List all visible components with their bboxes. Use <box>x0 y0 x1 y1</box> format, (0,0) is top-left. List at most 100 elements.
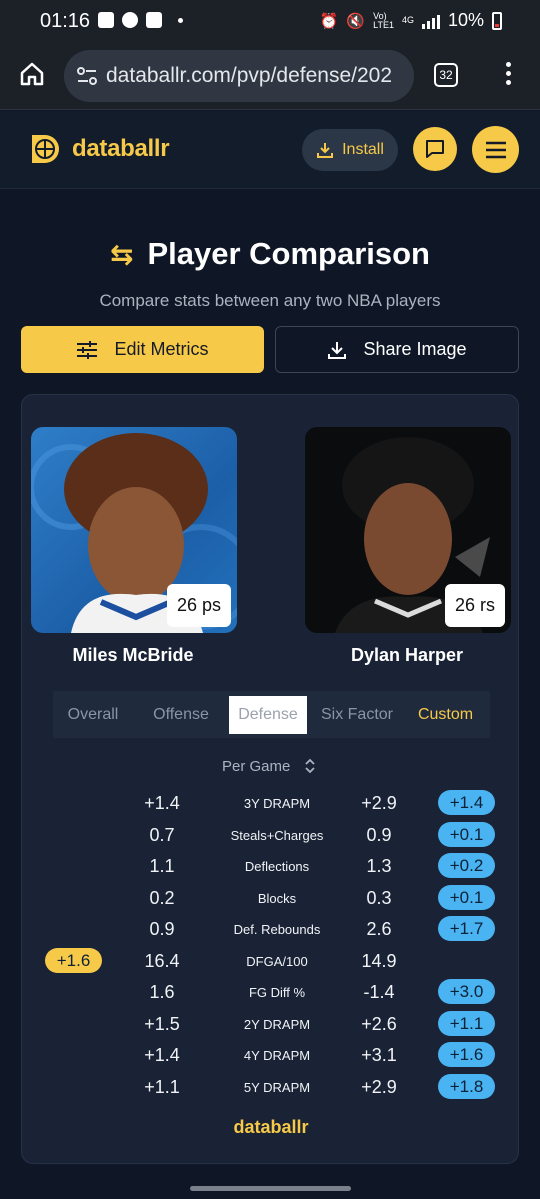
site-header: databallr Install <box>0 111 540 189</box>
stat-diff-right: +1.4 <box>438 790 495 815</box>
stat-value-left: 0.7 <box>149 824 175 845</box>
per-game-label: Per Game <box>222 757 291 775</box>
stat-label: FG Diff % <box>248 985 306 1000</box>
stat-diff-right: +0.2 <box>438 853 495 878</box>
stat-value-left: +1.4 <box>144 1045 180 1065</box>
player-badge-left: 26 ps <box>166 584 231 627</box>
stat-value-left: 1.6 <box>149 982 175 1002</box>
chat-icon <box>426 140 444 158</box>
stat-diff-right: +1.1 <box>438 1010 495 1036</box>
stat-value-right: 2.6 <box>366 919 392 939</box>
stat-value-left: 16.4 <box>144 950 180 971</box>
player-photo-right: 26 rs <box>305 427 511 633</box>
stat-value-right: 1.3 <box>366 856 392 876</box>
stat-value-left: 0.2 <box>149 887 175 908</box>
stat-label: 5Y DRAPM <box>243 1079 311 1095</box>
chat-button[interactable] <box>413 127 457 171</box>
stat-value-right: -1.4 <box>363 982 395 1002</box>
tab-overall[interactable]: Overall <box>53 696 133 734</box>
volte-indicator: Vo) LTE1 <box>373 10 394 30</box>
url-text: databallr.com/pvp/defense/202 <box>106 64 393 87</box>
tab-six-factor[interactable]: Six Factor <box>307 696 407 734</box>
stat-value-right: +2.6 <box>361 1013 397 1034</box>
download-icon <box>317 143 334 158</box>
player-photo-left: 26 ps <box>31 427 237 633</box>
network-gen: 4G <box>401 15 414 25</box>
share-image-button[interactable]: Share Image <box>275 326 519 373</box>
player-name-right: Dylan Harper <box>350 645 464 665</box>
tab-offense[interactable]: Offense <box>133 696 229 734</box>
page-title: ⇆ Player Comparison <box>109 236 430 271</box>
tab-custom[interactable]: Custom <box>407 696 484 734</box>
stat-value-left: +1.4 <box>144 793 180 813</box>
stat-row: +1.5 2Y DRAPM +2.6 +1.1 <box>22 1010 520 1042</box>
stat-row: +1.4 4Y DRAPM +3.1 +1.6 <box>22 1042 520 1073</box>
tab-switcher-button[interactable]: 32 <box>434 63 458 87</box>
stat-row: +1.6 16.4 DFGA/100 14.9 <box>22 947 520 979</box>
edit-metrics-button[interactable]: Edit Metrics <box>21 326 264 373</box>
install-label: Install <box>342 141 384 158</box>
player-name-left: Miles McBride <box>72 645 194 665</box>
stat-row: 0.9 Def. Rebounds 2.6 +1.7 <box>22 916 520 947</box>
category-tabs: Overall Offense Defense Six Factor Custo… <box>53 691 490 738</box>
site-logo[interactable]: databallr <box>30 133 170 165</box>
stat-diff-right: +0.1 <box>438 821 495 847</box>
browser-toolbar: databallr.com/pvp/defense/202 32 <box>0 42 540 110</box>
stat-label: Steals+Charges <box>230 827 324 843</box>
gesture-nav-bar[interactable] <box>190 1186 351 1191</box>
page-subtitle: Compare stats between any two NBA player… <box>99 291 441 310</box>
edit-metrics-label: Edit Metrics <box>114 339 209 359</box>
stat-value-left: +1.1 <box>144 1076 180 1097</box>
stat-label: DFGA/100 <box>246 953 308 969</box>
stat-value-right: 0.9 <box>366 824 392 845</box>
stat-label: 2Y DRAPM <box>243 1016 311 1032</box>
alert-icon <box>146 12 162 28</box>
stat-diff-right: +1.8 <box>438 1073 495 1099</box>
stat-value-right: +2.9 <box>361 793 397 813</box>
swap-arrows-icon: ⇆ <box>109 239 134 270</box>
player-badge-right: 26 rs <box>444 584 505 627</box>
alarm-icon: ⏰ <box>319 12 339 30</box>
stat-value-right: +3.1 <box>361 1045 397 1065</box>
menu-button[interactable] <box>472 126 519 173</box>
comparison-card: 26 ps 26 rs Miles McBride Dylan Harper O… <box>21 394 519 1164</box>
site-settings-icon[interactable] <box>76 66 98 86</box>
sliders-icon <box>77 340 98 359</box>
home-icon[interactable] <box>18 60 46 88</box>
stat-label: Deflections <box>244 859 310 874</box>
system-icons: ⏰ 🔇 Vo) LTE1 4G 10% <box>320 10 502 31</box>
stat-value-right: 14.9 <box>361 950 397 971</box>
status-time: 01:16 <box>40 10 91 32</box>
status-bar: 01:16 ⏰ 🔇 Vo) LTE1 4G 10% <box>0 0 540 42</box>
databallr-logo-icon <box>32 135 59 163</box>
stat-value-left: +1.5 <box>144 1013 180 1034</box>
sort-chevrons-icon <box>305 758 315 774</box>
tab-defense[interactable]: Defense <box>229 695 307 734</box>
mute-icon: 🔇 <box>346 12 366 30</box>
address-bar[interactable]: databallr.com/pvp/defense/202 <box>64 50 414 102</box>
battery-percent: 10% <box>447 10 484 30</box>
stat-label: 3Y DRAPM <box>243 796 311 811</box>
stat-row: 0.7 Steals+Charges 0.9 +0.1 <box>22 821 520 853</box>
stat-label: Blocks <box>257 890 297 906</box>
brand-name: databallr <box>72 135 170 162</box>
notification-icons <box>98 12 183 28</box>
browser-menu-icon[interactable] <box>506 62 512 89</box>
stat-label: 4Y DRAPM <box>243 1048 311 1063</box>
stat-diff-right: +1.7 <box>438 916 495 941</box>
footer-brand: databallr <box>233 1117 309 1137</box>
stat-row: 0.2 Blocks 0.3 +0.1 <box>22 884 520 916</box>
per-game-selector[interactable]: Per Game <box>222 757 316 775</box>
share-image-label: Share Image <box>363 339 467 359</box>
stat-row: +1.4 3Y DRAPM +2.9 +1.4 <box>22 790 520 821</box>
gallery-icon <box>98 12 114 28</box>
battery-icon <box>492 11 502 30</box>
stat-row: 1.1 Deflections 1.3 +0.2 <box>22 853 520 884</box>
more-notifications-icon <box>178 17 183 23</box>
stat-diff-right: +3.0 <box>438 979 495 1004</box>
download-icon <box>328 341 347 359</box>
stat-diff-right: +0.1 <box>438 884 495 910</box>
stat-value-left: 1.1 <box>149 856 175 876</box>
install-button[interactable]: Install <box>302 129 398 171</box>
stat-row: +1.1 5Y DRAPM +2.9 +1.8 <box>22 1073 520 1105</box>
